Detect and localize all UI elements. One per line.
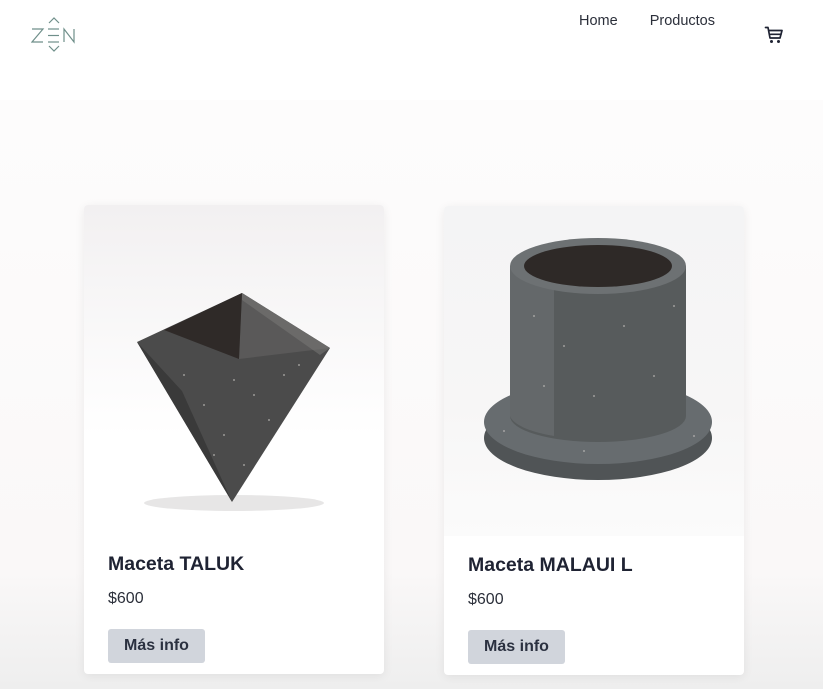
zen-logo[interactable] (31, 17, 77, 53)
site-header: Home Productos (0, 0, 823, 90)
cart-icon[interactable] (764, 25, 784, 45)
nav-home-link[interactable]: Home (579, 13, 618, 29)
product-title: Maceta TALUK (108, 553, 245, 575)
product-price: $600 (468, 591, 504, 608)
product-title: Maceta MALAUI L (468, 554, 633, 576)
nav-productos-link[interactable]: Productos (650, 13, 715, 29)
product-grid: Maceta TALUK $600 Más info Maceta MALAUI… (0, 100, 823, 689)
product-price: $600 (108, 590, 144, 607)
product-card[interactable]: Maceta MALAUI L $600 Más info (444, 206, 744, 675)
product-image[interactable] (444, 206, 744, 536)
product-image[interactable] (84, 205, 384, 535)
main-nav: Home Productos (579, 13, 715, 29)
more-info-button[interactable]: Más info (468, 630, 565, 664)
more-info-button[interactable]: Más info (108, 629, 205, 663)
product-card[interactable]: Maceta TALUK $600 Más info (84, 205, 384, 674)
